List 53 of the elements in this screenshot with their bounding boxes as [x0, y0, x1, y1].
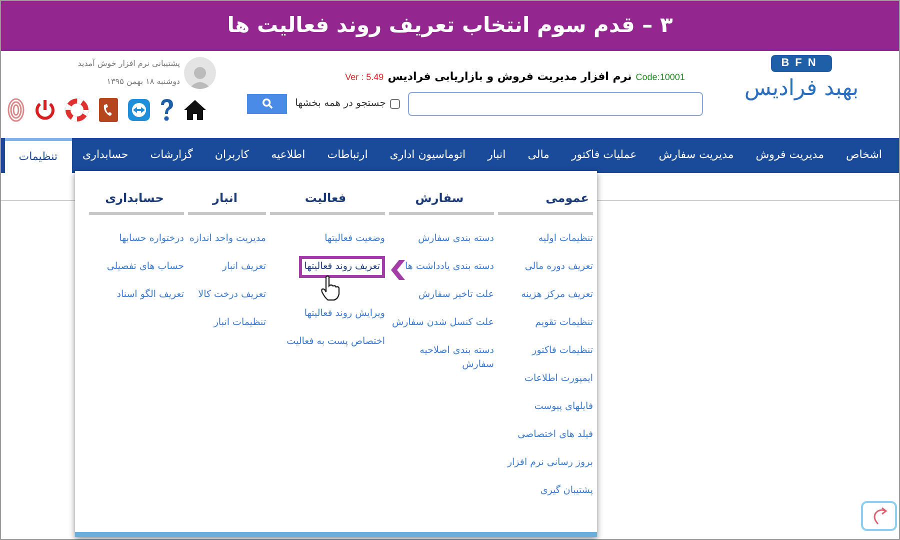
menu-item[interactable]: تنظیمات اولیه: [538, 232, 593, 246]
product-code: Code:10001: [636, 71, 685, 84]
nav-tab[interactable]: کاربران: [204, 138, 260, 173]
menu-item[interactable]: فایلهای پیوست: [534, 400, 593, 414]
menu-item[interactable]: فیلد های اختصاصی: [518, 428, 593, 442]
menu-item[interactable]: بروز رسانی نرم افزار: [507, 456, 593, 470]
nav-tab[interactable]: حسابداری: [72, 138, 140, 173]
nav-tab[interactable]: ارتباطات: [316, 138, 379, 173]
nav-tab[interactable]: اشخاص: [834, 138, 893, 173]
menu-item[interactable]: اختصاص پست به فعالیت: [286, 335, 385, 349]
version-label: Ver : 5.49: [345, 71, 384, 84]
column-heading: حسابداری: [89, 189, 184, 215]
checkbox-label: جستجو در همه بخشها: [295, 97, 386, 111]
menu-item[interactable]: تعریف انبار: [222, 260, 266, 274]
date-text: دوشنبه ۱۸ بهمن ۱۳۹۵: [106, 76, 180, 88]
menu-item[interactable]: تعریف روند فعالیتها: [299, 256, 385, 278]
nav-tab[interactable]: اطلاعیه: [260, 138, 316, 173]
nav-tab[interactable]: مدیریت فروش: [744, 138, 835, 173]
column-heading: فعالیت: [270, 189, 385, 215]
banner-title: ۳ – قدم سوم انتخاب تعریف روند فعالیت ها: [227, 12, 673, 40]
column-heading: عمومی: [498, 189, 593, 215]
menu-item[interactable]: تعریف الگو اسناد: [116, 288, 184, 302]
menu-item[interactable]: دسته بندی اصلاحیه سفارش: [389, 344, 494, 372]
column-heading: انبار: [188, 189, 266, 215]
welcome-text: پشتیبانی نرم افزار خوش آمدید: [78, 58, 180, 70]
nav-tab[interactable]: مالی: [516, 138, 560, 173]
menu-item[interactable]: پشتیبان گیری: [540, 484, 593, 498]
menu-item[interactable]: تعریف دوره مالی: [524, 260, 593, 274]
menu-item[interactable]: حساب های تفصیلی: [106, 260, 184, 274]
product-title: نرم افزار مدیریت فروش و بازاریابی فرادیس: [388, 69, 632, 85]
menu-item[interactable]: علت تاخیر سفارش: [418, 288, 494, 302]
menu-item[interactable]: درختواره حسابها: [119, 232, 184, 246]
logo-mark: BFN: [771, 55, 832, 72]
menu-item[interactable]: دسته بندی سفارش: [418, 232, 494, 246]
menu-item[interactable]: ویرایش روند فعالیتها: [304, 307, 385, 321]
menu-item[interactable]: دسته بندی یادداشت ها: [405, 260, 494, 274]
menu-item[interactable]: تنظیمات فاکتور: [532, 344, 593, 358]
logo-name: بهبد فرادیس: [744, 74, 859, 102]
menu-item[interactable]: تنظیمات تقویم: [535, 316, 593, 330]
nav-tab[interactable]: عملیات فاکتور: [560, 138, 648, 173]
menu-item[interactable]: تنظیمات انبار: [214, 316, 266, 330]
column-heading: سفارش: [389, 189, 494, 215]
menu-item[interactable]: مدیریت واحد اندازه: [189, 232, 266, 246]
menu-item[interactable]: علت کنسل شدن سفارش: [392, 316, 494, 330]
menu-item[interactable]: ایمپورت اطلاعات: [524, 372, 593, 386]
nav-tab[interactable]: اتوماسیون اداری: [378, 138, 477, 173]
menu-item[interactable]: تعریف مرکز هزینه: [521, 288, 593, 302]
menu-item[interactable]: وضعیت فعالیتها: [324, 232, 385, 246]
nav-tab[interactable]: گزارشات: [139, 138, 204, 173]
nav-tab[interactable]: انبار: [476, 138, 517, 173]
nav-tab[interactable]: تنظیمات: [4, 138, 72, 173]
menu-item[interactable]: تعریف درخت کالا: [198, 288, 266, 302]
nav-tab[interactable]: مدیریت سفارش: [648, 138, 745, 173]
